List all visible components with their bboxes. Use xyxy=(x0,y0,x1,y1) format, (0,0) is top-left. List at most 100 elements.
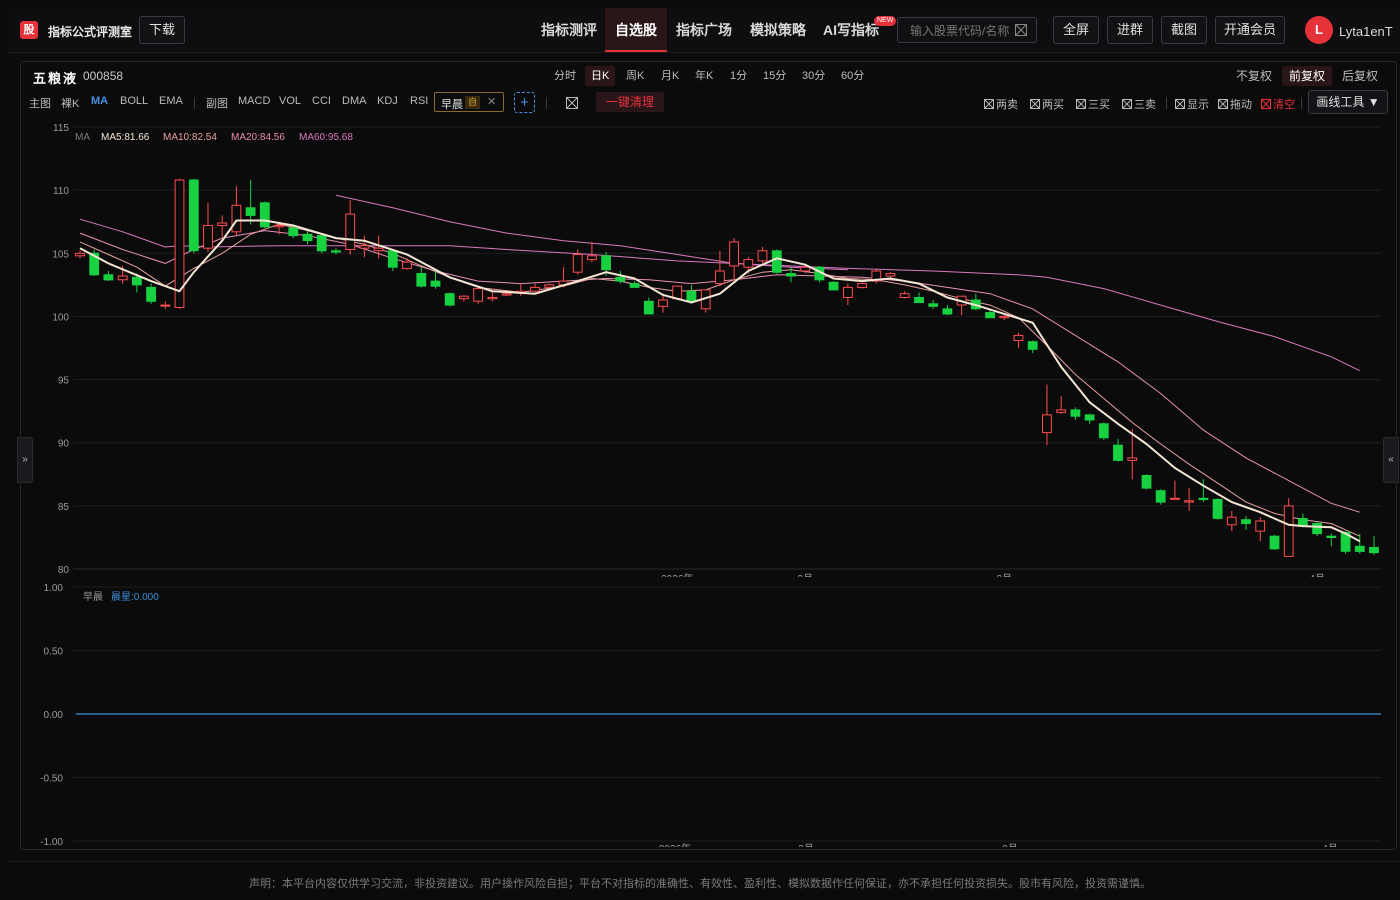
user-avatar[interactable]: L xyxy=(1305,16,1333,44)
main-ind-bare-k[interactable]: 裸K xyxy=(61,95,79,111)
period-30min[interactable]: 30分 xyxy=(796,66,831,86)
signal-toggle-3[interactable]: 三卖 xyxy=(1122,96,1156,112)
add-indicator-button[interactable]: + xyxy=(514,92,535,113)
candle-up xyxy=(359,245,370,249)
candle-down xyxy=(1269,535,1280,550)
box-x-icon[interactable] xyxy=(566,97,578,109)
period-yearly[interactable]: 年K xyxy=(689,66,719,86)
candle-up xyxy=(715,270,725,285)
sub-indicator-chart[interactable]: 1.00 0.50 0.00 -0.50 -1.00 早晨晨星:0.000 2026年 2月 3… xyxy=(21,577,1396,847)
candle-down xyxy=(1141,475,1152,489)
signal-toggle-label: 三买 xyxy=(1088,99,1110,111)
x-tick-label: 4月 xyxy=(1322,843,1338,847)
y-tick-label: 85 xyxy=(58,502,70,513)
x-tick-label: 3月 xyxy=(1002,843,1018,847)
sub-ind-cci[interactable]: CCI xyxy=(312,95,331,107)
candle-down xyxy=(786,273,796,277)
top-bar: 股 指标公式评测室 下载 指标测评 自选股 指标广场 模拟策略 AI写指标 NE… xyxy=(8,8,1400,53)
divider xyxy=(1301,97,1302,109)
adjust-forward[interactable]: 前复权 xyxy=(1282,66,1333,86)
custom-indicator-tag[interactable]: 早晨 自 ✕ xyxy=(434,92,504,112)
draw-tool-button[interactable]: 画线工具 ▼ xyxy=(1308,90,1388,114)
app-logo: 股 xyxy=(20,21,38,39)
candle-up xyxy=(473,288,484,302)
app-title: 指标公式评测室 xyxy=(48,25,133,39)
y-tick-label: 100 xyxy=(52,312,69,323)
signal-toggle-label: 两卖 xyxy=(996,99,1018,111)
candle-down xyxy=(1354,545,1365,552)
period-60min[interactable]: 60分 xyxy=(835,66,870,86)
candle-up xyxy=(1013,334,1024,341)
join-group-button[interactable]: 进群 xyxy=(1107,16,1153,44)
period-monthly[interactable]: 月K xyxy=(655,66,685,86)
candle-down xyxy=(914,297,924,304)
candle-up xyxy=(487,297,498,300)
expand-left-panel[interactable]: » xyxy=(17,437,33,483)
main-ind-ema[interactable]: EMA xyxy=(159,95,183,107)
signal-toggle-0[interactable]: 两卖 xyxy=(984,96,1018,112)
display-toggle-2[interactable]: 清空 xyxy=(1261,96,1295,112)
membership-button[interactable]: 开通会员 xyxy=(1215,16,1285,44)
display-toggle-1[interactable]: 拖动 xyxy=(1218,96,1252,112)
candle-up xyxy=(203,225,213,249)
main-ind-ma[interactable]: MA xyxy=(91,95,108,107)
candle-up xyxy=(544,284,555,288)
x-tick-label: 2月 xyxy=(798,843,814,847)
username[interactable]: Lyta1enT xyxy=(1339,24,1393,39)
sub-ind-rsi[interactable]: RSI xyxy=(410,95,428,107)
clear-all-button[interactable]: 一键清理 xyxy=(596,92,664,112)
stock-search-input[interactable] xyxy=(908,23,1022,39)
expand-right-panel[interactable]: « xyxy=(1383,437,1399,483)
checkbox-icon xyxy=(1076,99,1086,109)
display-toggle-label: 显示 xyxy=(1187,99,1209,111)
clear-search-icon[interactable] xyxy=(1015,24,1027,36)
sub-ind-vol[interactable]: VOL xyxy=(279,95,301,107)
candlestick-chart[interactable]: 808590951001051101152026年2月3月4月MAMA5:81.… xyxy=(21,117,1396,577)
candle-down xyxy=(771,250,782,273)
close-icon[interactable]: ✕ xyxy=(487,95,496,108)
stock-search[interactable] xyxy=(897,17,1037,43)
candle-up xyxy=(1255,520,1266,532)
nav-sim-strategy[interactable]: 模拟策略 xyxy=(750,8,806,52)
candle-down xyxy=(302,233,313,242)
period-1min[interactable]: 1分 xyxy=(724,66,753,86)
ma-legend-item: MA20:84.56 xyxy=(231,132,285,143)
screenshot-button[interactable]: 截图 xyxy=(1161,16,1207,44)
period-daily[interactable]: 日K xyxy=(585,66,616,86)
nav-indicator-eval[interactable]: 指标测评 xyxy=(541,8,597,52)
main-ind-boll[interactable]: BOLL xyxy=(120,95,148,107)
nav-watchlist[interactable]: 自选股 xyxy=(605,8,667,52)
sub-ind-dma[interactable]: DMA xyxy=(342,95,366,107)
period-intraday[interactable]: 分时 xyxy=(548,66,582,86)
candle-down xyxy=(928,303,939,307)
main-chart-label: 主图 xyxy=(29,98,51,110)
candle-up xyxy=(999,315,1010,319)
sub-ind-macd[interactable]: MACD xyxy=(238,95,270,107)
y-tick-label: 90 xyxy=(58,439,70,450)
nav-ai-indicator[interactable]: AI写指标 xyxy=(823,8,879,52)
fullscreen-button[interactable]: 全屏 xyxy=(1053,16,1099,44)
display-toggle-0[interactable]: 显示 xyxy=(1175,96,1209,112)
y-tick-label: 0.50 xyxy=(44,647,64,658)
ma-legend-item: MA60:95.68 xyxy=(299,132,353,143)
candle-down xyxy=(245,207,256,216)
adjust-none[interactable]: 不复权 xyxy=(1229,66,1279,86)
period-weekly[interactable]: 周K xyxy=(620,66,650,86)
download-button[interactable]: 下载 xyxy=(139,16,185,44)
candle-down xyxy=(1369,547,1379,554)
signal-toggle-1[interactable]: 两买 xyxy=(1030,96,1064,112)
signal-toggle-2[interactable]: 三买 xyxy=(1076,96,1110,112)
candle-up xyxy=(800,266,811,272)
sub-ind-kdj[interactable]: KDJ xyxy=(377,95,398,107)
ma60-line xyxy=(79,218,1361,372)
candle-down xyxy=(1326,535,1337,539)
nav-indicator-square[interactable]: 指标广场 xyxy=(676,8,732,52)
candle-up xyxy=(729,241,740,267)
candle-down xyxy=(615,276,626,282)
candle-up xyxy=(757,250,768,262)
adjust-backward[interactable]: 后复权 xyxy=(1335,66,1385,86)
period-15min[interactable]: 15分 xyxy=(757,66,792,86)
chart-panel: 五粮液 000858 分时 日K 周K 月K 年K 1分 15分 30分 60分… xyxy=(20,61,1397,850)
candle-down xyxy=(132,276,142,286)
divider xyxy=(546,97,547,109)
